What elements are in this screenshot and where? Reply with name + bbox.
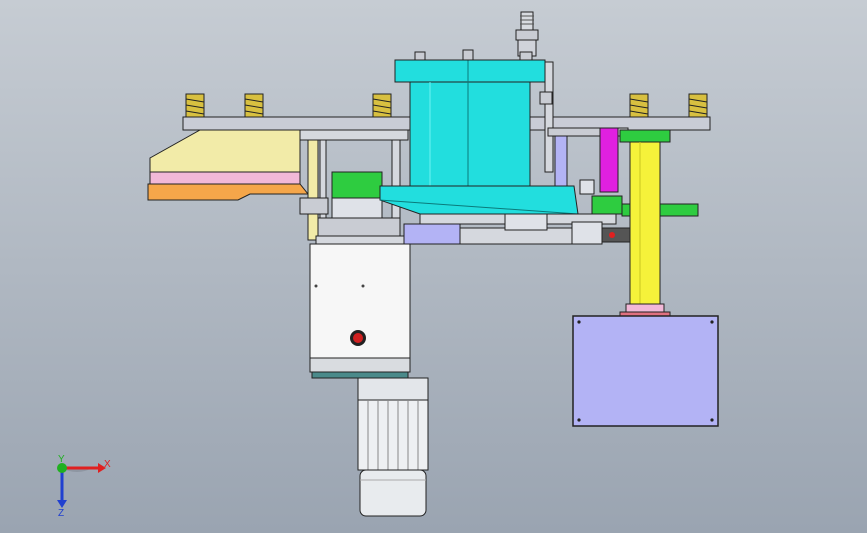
hopper[interactable] bbox=[147, 129, 310, 201]
axis-triad-icon: X Y Z bbox=[57, 454, 111, 519]
motor-icon[interactable] bbox=[357, 377, 429, 517]
yellow-column[interactable] bbox=[619, 129, 671, 317]
axis-x-label: X bbox=[104, 459, 111, 470]
cad-viewport[interactable]: X Y Z bbox=[0, 0, 867, 533]
spring-icon bbox=[372, 93, 392, 119]
axis-y-label: Y bbox=[58, 454, 65, 465]
axis-z-label: Z bbox=[58, 508, 64, 519]
cad-assembly-view[interactable]: X Y Z bbox=[0, 0, 867, 533]
spring-icon bbox=[244, 93, 264, 119]
spring-icon bbox=[688, 93, 708, 119]
right-box[interactable] bbox=[572, 315, 719, 427]
spring-icon bbox=[185, 93, 205, 119]
spring-icon bbox=[629, 93, 649, 119]
red-button-icon[interactable] bbox=[350, 330, 366, 346]
top-bolt bbox=[515, 11, 539, 57]
control-box[interactable] bbox=[309, 243, 411, 379]
